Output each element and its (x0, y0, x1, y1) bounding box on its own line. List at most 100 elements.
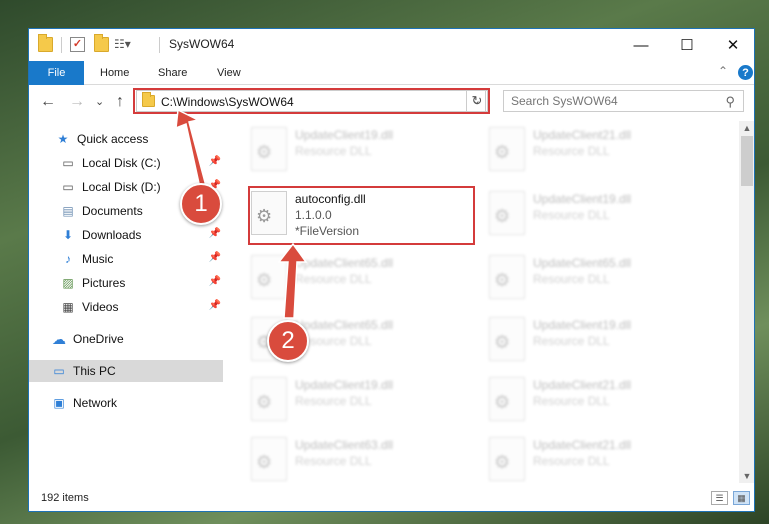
callout-badge-1: 1 (180, 183, 222, 225)
file-description: Resource DLL (533, 454, 610, 468)
file-name: UpdateClient19.dll (295, 128, 394, 142)
file-tile[interactable]: UpdateClient19.dll Resource DLL (225, 375, 445, 427)
file-name: UpdateClient19.dll (533, 192, 632, 206)
customize-toolbar-icon[interactable]: ☷▾ (114, 37, 131, 52)
file-tile[interactable]: UpdateClient21.dll Resource DLL (463, 375, 683, 427)
search-input[interactable] (504, 91, 704, 111)
file-tile[interactable]: UpdateClient21.dll Resource DLL (463, 435, 683, 483)
dll-file-icon (251, 377, 287, 421)
window-title: SysWOW64 (169, 37, 235, 51)
tab-share[interactable]: Share (158, 61, 187, 85)
file-name: UpdateClient21.dll (533, 378, 632, 392)
sidebar-item-onedrive[interactable]: ☁ OneDrive (29, 328, 223, 350)
scroll-up-icon[interactable]: ▲ (739, 121, 754, 135)
file-name: UpdateClient65.dll (533, 256, 632, 270)
file-description: Resource DLL (533, 272, 610, 286)
folder-icon[interactable] (38, 34, 53, 52)
file-tile[interactable]: UpdateClient21.dll Resource DLL (463, 125, 683, 177)
scroll-down-icon[interactable]: ▼ (739, 469, 754, 483)
file-description: Resource DLL (533, 394, 610, 408)
file-name: UpdateClient19.dll (295, 378, 394, 392)
sidebar-item-local-disk-c[interactable]: ▭ Local Disk (C:) 📌 (29, 152, 223, 174)
callout-badge-2: 2 (267, 320, 309, 362)
file-name: UpdateClient21.dll (533, 438, 632, 452)
file-name: UpdateClient63.dll (295, 438, 394, 452)
help-icon[interactable]: ? (738, 65, 753, 80)
file-description: Resource DLL (295, 144, 372, 158)
properties-icon[interactable]: ✓ (70, 37, 85, 52)
sidebar-item-label: Quick access (77, 132, 149, 146)
file-description: Resource DLL (533, 144, 610, 158)
file-name: UpdateClient21.dll (533, 128, 632, 142)
pin-icon[interactable]: 📌 (209, 276, 221, 287)
title-bar: ✓ ☷▾ SysWOW64 — ☐ ✕ (29, 29, 754, 61)
file-tile[interactable]: UpdateClient65.dll Resource DLL (225, 253, 445, 305)
file-highlight-box (248, 186, 475, 245)
dll-file-icon (489, 127, 525, 171)
search-box[interactable]: ⚲ (503, 90, 744, 112)
sidebar-item-videos[interactable]: ▦ Videos 📌 (29, 296, 223, 318)
pin-icon[interactable]: 📌 (209, 228, 221, 239)
file-tile[interactable]: UpdateClient19.dll Resource DLL (463, 315, 683, 367)
file-tile[interactable]: UpdateClient63.dll Resource DLL (225, 435, 445, 483)
videos-icon: ▦ (62, 300, 74, 314)
star-icon: ★ (57, 132, 69, 146)
pin-icon[interactable]: 📌 (209, 300, 221, 311)
pin-icon[interactable]: 📌 (209, 156, 221, 167)
file-description: Resource DLL (533, 208, 610, 222)
scroll-thumb[interactable] (741, 136, 753, 186)
file-name: UpdateClient65.dll (295, 256, 394, 270)
explorer-window: ✓ ☷▾ SysWOW64 — ☐ ✕ File Home Share View… (28, 28, 755, 512)
sidebar-item-label: Music (82, 252, 114, 266)
network-icon: ▣ (53, 396, 65, 410)
file-description: Resource DLL (295, 272, 372, 286)
file-description: Resource DLL (295, 454, 372, 468)
address-highlight-box (133, 88, 490, 114)
collapse-ribbon-icon[interactable]: ⌃ (718, 64, 728, 78)
file-tile[interactable]: UpdateClient65.dll Resource DLL (225, 315, 445, 367)
drive-icon: ▭ (62, 180, 74, 194)
vertical-scrollbar[interactable]: ▲ ▼ (739, 121, 754, 483)
pictures-icon: ▨ (62, 276, 74, 290)
file-name: UpdateClient65.dll (295, 318, 394, 332)
file-tile[interactable]: UpdateClient19.dll Resource DLL (463, 189, 683, 241)
dll-file-icon (489, 255, 525, 299)
file-tile[interactable]: UpdateClient65.dll Resource DLL (463, 253, 683, 305)
forward-button[interactable]: → (69, 93, 85, 111)
status-bar: 192 items ☰ ▦ (29, 487, 754, 511)
tab-file[interactable]: File (29, 61, 84, 85)
sidebar-item-quick-access[interactable]: ★ Quick access (29, 128, 223, 150)
dll-file-icon (251, 127, 287, 171)
details-view-icon[interactable]: ☰ (711, 491, 728, 505)
close-button[interactable]: ✕ (710, 29, 754, 61)
download-icon: ⬇ (62, 228, 74, 242)
sidebar-item-pictures[interactable]: ▨ Pictures 📌 (29, 272, 223, 294)
navigation-pane: ★ Quick access ▭ Local Disk (C:) 📌 ▭ Loc… (29, 121, 225, 487)
up-button[interactable]: ↑ (116, 93, 124, 111)
recent-locations-button[interactable]: ⌄ (95, 95, 104, 108)
sidebar-item-music[interactable]: ♪ Music 📌 (29, 248, 223, 270)
sidebar-item-label: Downloads (82, 228, 142, 242)
dll-file-icon (489, 191, 525, 235)
pin-icon[interactable]: 📌 (209, 252, 221, 263)
sidebar-item-label: This PC (73, 364, 116, 378)
sidebar-item-network[interactable]: ▣ Network (29, 392, 223, 414)
file-tile[interactable]: UpdateClient19.dll Resource DLL (225, 125, 445, 177)
back-button[interactable]: ← (40, 93, 56, 111)
music-icon: ♪ (65, 252, 71, 266)
tiles-view-icon[interactable]: ▦ (733, 491, 750, 505)
sidebar-item-this-pc[interactable]: ▭ This PC (29, 360, 223, 382)
tab-view[interactable]: View (217, 61, 241, 85)
dll-file-icon (251, 255, 287, 299)
file-name: UpdateClient19.dll (533, 318, 632, 332)
sidebar-item-downloads[interactable]: ⬇ Downloads 📌 (29, 224, 223, 246)
tab-home[interactable]: Home (100, 61, 129, 85)
file-description: Resource DLL (295, 334, 372, 348)
maximize-button[interactable]: ☐ (664, 29, 710, 61)
computer-icon: ▭ (53, 364, 65, 378)
file-description: Resource DLL (533, 334, 610, 348)
new-folder-icon[interactable] (94, 34, 109, 52)
sidebar-item-label: Network (73, 396, 118, 410)
minimize-button[interactable]: — (618, 29, 664, 61)
search-icon[interactable]: ⚲ (725, 94, 735, 110)
